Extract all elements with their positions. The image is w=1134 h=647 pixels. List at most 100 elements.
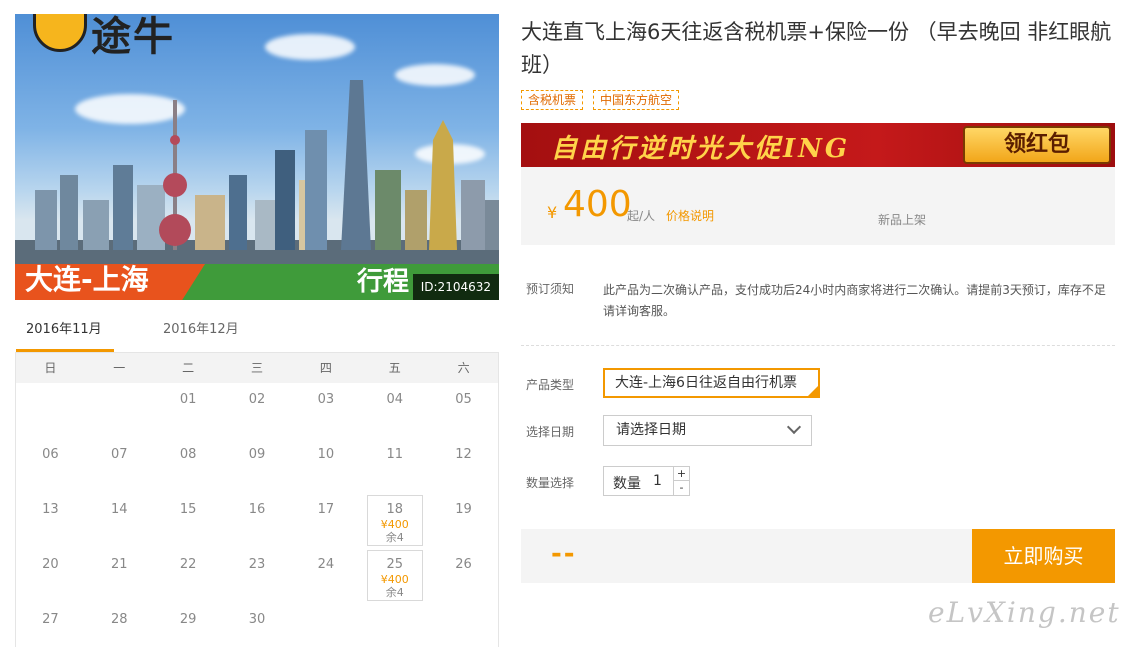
day-number: 29 [179, 612, 197, 627]
day-number: 14 [111, 502, 128, 517]
buy-now-button[interactable]: 立即购买 [972, 529, 1115, 583]
day-price: ¥400 [380, 518, 409, 531]
product-title: 大连直飞上海6天往返含税机票+保险一份 （早去晚回 非红眼航班） [521, 20, 1112, 77]
calendar-day-available[interactable]: 25 ¥400 余4 [360, 548, 429, 603]
day-number: 18 [386, 502, 403, 517]
day-number: 24 [317, 557, 335, 572]
day-number: 21 [111, 557, 128, 572]
chevron-down-icon [786, 419, 802, 435]
selected-corner-icon [808, 386, 818, 396]
calendar-day: 02 [223, 383, 292, 438]
day-number: 15 [179, 502, 197, 517]
calendar-day: 04 [360, 383, 429, 438]
notice-label: 预订须知 [526, 282, 575, 296]
total-price: -- [551, 539, 577, 569]
calendar-day: 16 [223, 493, 292, 548]
day-stock: 余4 [385, 586, 404, 599]
day-number: 20 [42, 557, 59, 572]
day-number: 23 [248, 557, 266, 572]
quantity-prefix: 数量 [613, 476, 641, 492]
calendar-day: 27 [16, 603, 85, 647]
product-type-option[interactable]: 大连-上海6日往返自由行机票 [603, 368, 820, 398]
day-number: 02 [248, 392, 266, 407]
product-type-label: 产品类型 [526, 378, 575, 392]
weekday-header: 日 一 二 三 四 五 六 [16, 353, 498, 383]
calendar-empty-cell [429, 603, 498, 647]
date-placeholder: 请选择日期 [616, 422, 686, 438]
site-watermark: eLvXing.net [928, 596, 1121, 629]
calendar-day: 21 [85, 548, 154, 603]
quantity-value[interactable]: 1 [653, 473, 662, 489]
calendar-day: 19 [429, 493, 498, 548]
calendar-day: 23 [223, 548, 292, 603]
price-calendar: 日 一 二 三 四 五 六 01 02 03 04 05 06 07 08 09 10 11 12 13… [15, 352, 499, 647]
calendar-day: 20 [16, 548, 85, 603]
day-number: 11 [386, 447, 403, 462]
calendar-day: 29 [154, 603, 223, 647]
day-number: 16 [248, 502, 266, 517]
day-number: 27 [42, 612, 59, 627]
red-packet-button[interactable]: 领红包 [963, 126, 1111, 164]
price-amount: 400 [563, 184, 632, 225]
day-number: 09 [248, 447, 266, 462]
weekday-label: 五 [388, 361, 401, 375]
day-number: 05 [455, 392, 472, 407]
day-number: 19 [455, 502, 472, 517]
quantity-increase-button[interactable]: + [673, 467, 689, 481]
calendar-day: 22 [154, 548, 223, 603]
itinerary-label: 行程 [356, 267, 409, 297]
promo-text: 自由行逆时光大促ING [551, 134, 851, 164]
day-number: 25 [386, 557, 403, 572]
quantity-label: 数量选择 [526, 476, 575, 490]
weekday-label: 日 [44, 361, 57, 375]
promo-banner[interactable]: 自由行逆时光大促ING 领红包 [521, 123, 1115, 167]
calendar-day: 14 [85, 493, 154, 548]
day-number: 30 [248, 612, 266, 627]
price-unit: 起/人 [627, 209, 656, 223]
day-number: 28 [111, 612, 128, 627]
calendar-day: 08 [154, 438, 223, 493]
route-title: 大连-上海 [25, 263, 149, 296]
calendar-day: 10 [291, 438, 360, 493]
day-number: 12 [455, 447, 472, 462]
weekday-label: 三 [251, 361, 264, 375]
calendar-day-available[interactable]: 18 ¥400 余4 [360, 493, 429, 548]
calendar-day: 28 [85, 603, 154, 647]
product-id-badge: ID:2104632 [412, 274, 499, 300]
product-hero-image: 途牛 大连-上海 行程 ID:2104632 [15, 14, 499, 300]
day-number: 06 [42, 447, 59, 462]
calendar-day: 13 [16, 493, 85, 548]
month-tabs: 2016年11月 2016年12月 [15, 312, 499, 352]
calendar-day: 11 [360, 438, 429, 493]
cloud [265, 34, 355, 60]
day-number: 22 [179, 557, 197, 572]
tab-month-2[interactable]: 2016年12月 [153, 312, 249, 352]
calendar-day: 12 [429, 438, 498, 493]
calendar-empty-cell [360, 603, 429, 647]
day-stock: 余4 [385, 531, 404, 544]
quantity-decrease-button[interactable]: - [673, 481, 689, 495]
date-select[interactable]: 请选择日期 [603, 415, 812, 446]
day-number: 03 [317, 392, 335, 407]
calendar-day: 07 [85, 438, 154, 493]
brand-logo: 途牛 [33, 14, 229, 60]
weekday-label: 二 [182, 361, 195, 375]
weekday-label: 一 [113, 361, 126, 375]
day-number: 10 [317, 447, 335, 462]
calendar-day: 06 [16, 438, 85, 493]
price-explanation-link[interactable]: 价格说明 [666, 207, 714, 224]
calendar-day: 01 [154, 383, 223, 438]
logo-mascot-icon [33, 14, 87, 52]
calendar-day: 24 [291, 548, 360, 603]
calendar-day: 05 [429, 383, 498, 438]
tab-month-1[interactable]: 2016年11月 [16, 312, 114, 352]
day-number: 07 [111, 447, 128, 462]
quantity-stepper: 数量 1 + - [603, 466, 690, 496]
calendar-day: 26 [429, 548, 498, 603]
calendar-empty-cell [291, 603, 360, 647]
day-number: 13 [42, 502, 59, 517]
currency-symbol: ¥ [547, 203, 558, 222]
new-product-label: 新品上架 [878, 213, 927, 227]
day-number: 01 [179, 392, 197, 407]
day-price: ¥400 [380, 573, 409, 586]
